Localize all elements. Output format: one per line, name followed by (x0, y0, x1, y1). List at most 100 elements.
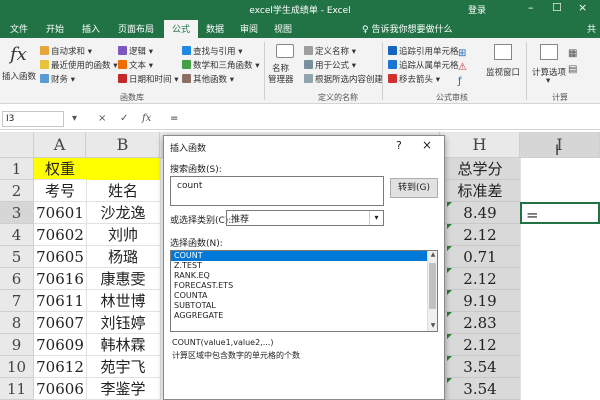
function-list-item[interactable]: AGGREGATE (171, 311, 437, 321)
watch-window-button[interactable]: 监视窗口 (486, 66, 520, 78)
tab-file[interactable]: 文件 (10, 22, 28, 35)
cell-id[interactable]: 70616 (34, 268, 86, 290)
cell-name[interactable]: 沙龙逸 (86, 202, 160, 224)
row-header[interactable]: 10 (0, 356, 34, 378)
trace-dependents-button[interactable]: 追踪从属单元格 (388, 59, 459, 71)
insert-function-button[interactable]: 插入函数 (2, 70, 36, 82)
row-header[interactable]: 7 (0, 290, 34, 312)
cell-name[interactable]: 刘钰婷 (86, 312, 160, 334)
error-indicator-icon[interactable] (447, 246, 452, 251)
cell-a2[interactable]: 考号 (34, 180, 86, 202)
cell-name[interactable]: 康惠雯 (86, 268, 160, 290)
scroll-down-icon[interactable]: ▼ (428, 322, 437, 329)
go-button[interactable]: 转到(G) (390, 178, 438, 198)
dialog-close-icon[interactable]: × (422, 138, 432, 152)
math-trig-button[interactable]: 数学和三角函数 ▾ (182, 59, 259, 71)
cell-std-dev[interactable]: 2.12 (440, 334, 520, 356)
function-list-scrollbar[interactable]: ▲ ▼ (427, 251, 437, 331)
formula-input[interactable]: = (170, 113, 178, 124)
cancel-entry-button[interactable]: × (98, 113, 106, 124)
cell-std-dev[interactable]: 0.71 (440, 246, 520, 268)
active-cell-i3[interactable]: = (520, 202, 600, 224)
cell-id[interactable]: 70611 (34, 290, 86, 312)
confirm-entry-button[interactable]: ✓ (120, 113, 128, 124)
cell-std-dev[interactable]: 9.19 (440, 290, 520, 312)
autosum-button[interactable]: 自动求和 ▾ (40, 45, 92, 57)
recent-functions-button[interactable]: 最近使用的函数 ▾ (40, 59, 117, 71)
category-select[interactable]: 推荐 ▾ (226, 210, 384, 226)
function-list-item[interactable]: SUBTOTAL (171, 301, 437, 311)
error-indicator-icon[interactable] (447, 378, 452, 383)
cell-std-dev[interactable]: 8.49 (440, 202, 520, 224)
cell-h2[interactable]: 标准差 (440, 180, 520, 202)
cell-id[interactable]: 70602 (34, 224, 86, 246)
trace-precedents-button[interactable]: 追踪引用单元格 (388, 45, 459, 57)
financial-button[interactable]: 财务 ▾ (40, 73, 75, 85)
row-header[interactable]: 8 (0, 312, 34, 334)
cell-name[interactable]: 刘帅 (86, 224, 160, 246)
cell-name[interactable]: 李鉴学 (86, 378, 160, 400)
lookup-button[interactable]: 查找与引用 ▾ (182, 45, 242, 57)
tab-home[interactable]: 开始 (46, 22, 64, 35)
row-header[interactable]: 5 (0, 246, 34, 268)
insert-function-fx-button[interactable]: fx (142, 113, 151, 124)
tell-me-search[interactable]: ♀ 告诉我你想要做什么 (362, 22, 452, 35)
tab-review[interactable]: 审阅 (240, 22, 258, 35)
calc-now-icon[interactable]: ▦ (568, 48, 577, 59)
column-header-i[interactable]: I (520, 132, 600, 158)
error-check-icon[interactable]: ⚠ (458, 62, 467, 73)
column-header-a[interactable]: A (34, 132, 86, 158)
column-header-h[interactable]: H (440, 132, 520, 158)
tab-data[interactable]: 数据 (206, 22, 224, 35)
row-header[interactable]: 9 (0, 334, 34, 356)
cell-name[interactable]: 苑宇飞 (86, 356, 160, 378)
maximize-icon[interactable]: ☐ (552, 1, 562, 14)
error-indicator-icon[interactable] (447, 334, 452, 339)
row-header[interactable]: 2 (0, 180, 34, 202)
error-indicator-icon[interactable] (447, 202, 452, 207)
cell-b2[interactable]: 姓名 (86, 180, 160, 202)
error-indicator-icon[interactable] (447, 290, 452, 295)
use-in-formula-button[interactable]: 用于公式 ▾ (304, 59, 356, 71)
namebox-dropdown-icon[interactable]: ▾ (72, 113, 77, 124)
function-list-item[interactable]: Z.TEST (171, 261, 437, 271)
function-list-item[interactable]: FORECAST.ETS (171, 281, 437, 291)
function-list-item[interactable]: RANK.EQ (171, 271, 437, 281)
calc-options-chevron-icon[interactable]: ▾ (546, 76, 550, 86)
evaluate-formula-icon[interactable]: ƒ (458, 76, 462, 87)
tab-formulas[interactable]: 公式 (164, 20, 199, 38)
cell-name[interactable]: 杨璐 (86, 246, 160, 268)
calc-sheet-icon[interactable]: ▤ (568, 64, 577, 75)
tab-page-layout[interactable]: 页面布局 (118, 22, 154, 35)
define-name-button[interactable]: 定义名称 ▾ (304, 45, 356, 57)
remove-arrows-button[interactable]: 移去箭头 ▾ (388, 73, 440, 85)
calculator-icon[interactable] (540, 44, 558, 60)
function-search-input[interactable]: count (170, 176, 384, 206)
more-functions-button[interactable]: 其他函数 ▾ (182, 73, 234, 85)
row-header[interactable]: 6 (0, 268, 34, 290)
cell-id[interactable]: 70609 (34, 334, 86, 356)
row-header[interactable]: 1 (0, 158, 34, 180)
help-icon[interactable]: ? (396, 139, 402, 152)
watch-window-icon[interactable] (494, 44, 512, 60)
cell-std-dev[interactable]: 2.12 (440, 268, 520, 290)
cell-a1[interactable]: 权重 (34, 158, 86, 180)
fx-icon[interactable]: fx (10, 44, 27, 65)
show-formulas-icon[interactable]: ⊞ (458, 48, 466, 59)
cell-id[interactable]: 70606 (34, 378, 86, 400)
row-header[interactable]: 3 (0, 202, 34, 224)
error-indicator-icon[interactable] (447, 224, 452, 229)
name-manager-icon[interactable] (276, 44, 294, 58)
function-list-item[interactable]: COUNTA (171, 291, 437, 301)
name-box[interactable]: I3 (2, 111, 64, 127)
scroll-thumb[interactable] (429, 263, 436, 309)
minimize-icon[interactable]: – (528, 1, 534, 14)
function-list-item[interactable]: COUNT (171, 251, 437, 261)
cell-h1[interactable]: 总学分 (440, 158, 520, 180)
row-header[interactable]: 11 (0, 378, 34, 400)
chevron-down-icon[interactable]: ▾ (369, 211, 383, 225)
cell-id[interactable]: 70612 (34, 356, 86, 378)
create-from-selection-button[interactable]: 根据所选内容创建 (304, 73, 383, 85)
scroll-up-icon[interactable]: ▲ (428, 251, 437, 258)
cell-std-dev[interactable]: 2.83 (440, 312, 520, 334)
